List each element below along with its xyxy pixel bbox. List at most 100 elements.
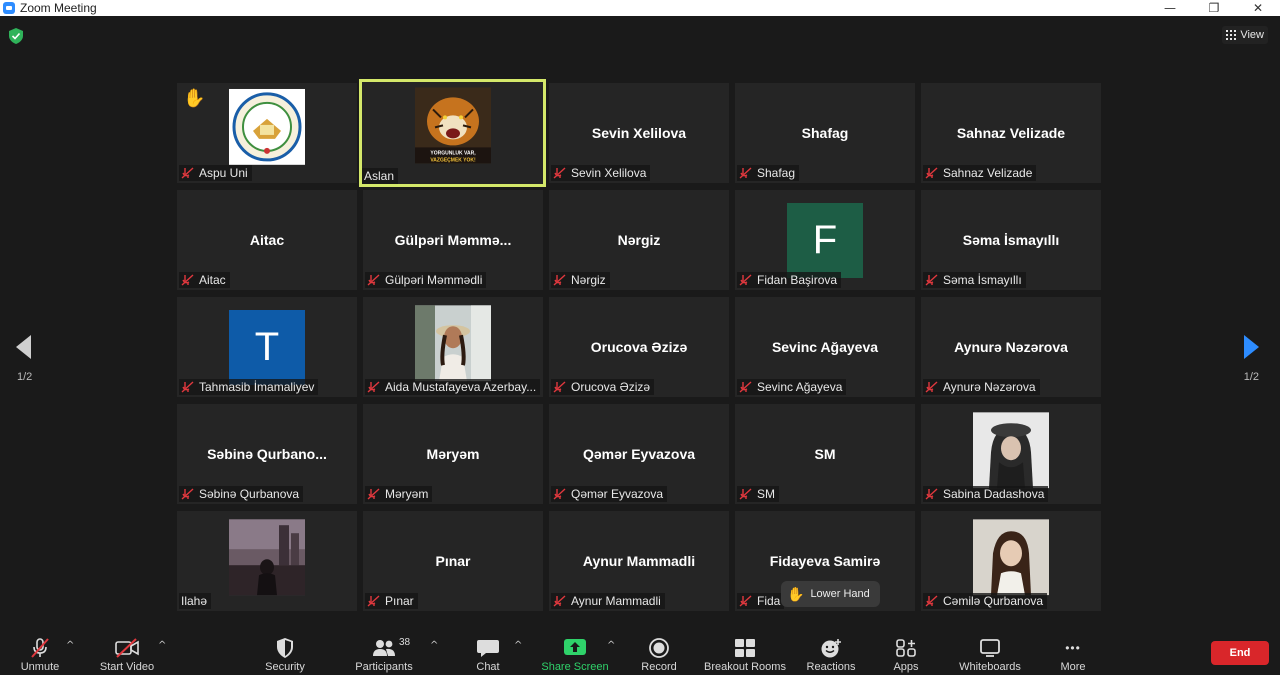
participant-display-name: Səbinə Qurbano... — [207, 446, 327, 462]
muted-mic-icon — [181, 167, 194, 179]
participant-name-label: Sabina Dadashova — [923, 486, 1049, 502]
muted-mic-icon — [925, 595, 938, 607]
participant-display-name: Pınar — [435, 553, 471, 569]
start-video-button[interactable]: Start Video — [96, 630, 158, 675]
meeting-toolbar: Unmute ^ Start Video ^ Security Particip… — [0, 630, 1280, 675]
window-controls: — ❐ ✕ — [1148, 0, 1280, 16]
page-indicator-left: 1/2 — [17, 371, 33, 383]
whiteboards-button[interactable]: Whiteboards — [954, 630, 1026, 675]
participant-tile-tahmasib[interactable]: T Tahmasib İmamaliyev — [177, 297, 357, 397]
participant-name-label: Sahnaz Velizade — [923, 165, 1037, 181]
participant-name-label: Sevin Xelilova — [551, 165, 651, 181]
participant-display-name: Qəmər Eyvazova — [582, 446, 696, 462]
muted-mic-icon — [181, 381, 194, 393]
participant-photo — [973, 519, 1049, 596]
view-button[interactable]: View — [1222, 26, 1268, 44]
lower-hand-label: Lower Hand — [810, 588, 870, 600]
share-screen-button[interactable]: Share Screen — [540, 630, 610, 675]
participant-name-label: Tahmasib İmamaliyev — [179, 379, 319, 395]
audio-options-caret[interactable]: ^ — [66, 640, 74, 651]
participant-tile-sevinc[interactable]: Sevinc Ağayeva Sevinc Ağayeva — [735, 297, 915, 397]
muted-mic-icon — [553, 274, 566, 286]
participant-tile-sevin-xelilova[interactable]: Sevin Xelilova Sevin Xelilova — [549, 83, 729, 183]
lower-hand-button[interactable]: ✋ Lower Hand — [781, 581, 880, 607]
participant-tile-pinar[interactable]: Pınar Pınar — [363, 511, 543, 611]
participant-display-name: Fidayeva Samirə — [769, 553, 881, 569]
chat-button[interactable]: Chat — [468, 630, 508, 675]
minimize-button[interactable]: — — [1148, 0, 1192, 16]
video-off-icon — [115, 638, 139, 658]
close-button[interactable]: ✕ — [1236, 0, 1280, 16]
apps-button[interactable]: Apps — [886, 630, 926, 675]
participant-tile-sm[interactable]: SM SM — [735, 404, 915, 504]
svg-text:YORGUNLUK VAR,: YORGUNLUK VAR, — [430, 150, 476, 156]
participant-tile-sema[interactable]: Səma İsmayıllı Səma İsmayıllı — [921, 190, 1101, 290]
university-logo-icon — [229, 88, 305, 165]
participant-name-label: Ilahə — [179, 593, 212, 609]
muted-mic-icon — [925, 381, 938, 393]
participant-name-label: Səbinə Qurbanova — [179, 486, 304, 502]
participant-display-name: Səma İsmayıllı — [962, 232, 1060, 248]
participant-tile-aslan[interactable]: YORGUNLUK VAR, VAZGEÇMEK YOK! Aslan — [359, 79, 546, 187]
participant-tile-fidan[interactable]: F Fidan Başirova — [735, 190, 915, 290]
share-screen-icon — [564, 639, 586, 655]
muted-mic-icon — [925, 274, 938, 286]
muted-mic-icon — [739, 274, 752, 286]
reactions-button[interactable]: Reactions — [804, 630, 858, 675]
participant-name-label: Aida Mustafayeva Azerbay... — [365, 379, 541, 395]
participant-tile-aynur-mammadli[interactable]: Aynur Mammadli Aynur Mammadli — [549, 511, 729, 611]
participant-display-name: Nərgiz — [617, 232, 661, 248]
participant-tile-ilahe[interactable]: Ilahə — [177, 511, 357, 611]
more-dots-icon: ••• — [1065, 641, 1081, 655]
share-options-caret[interactable]: ^ — [607, 640, 615, 651]
participant-tile-gulperi[interactable]: Gülpəri Məmmə... Gülpəri Məmmədli — [363, 190, 543, 290]
participant-tile-qemer[interactable]: Qəmər Eyvazova Qəmər Eyvazova — [549, 404, 729, 504]
participant-tile-orucova[interactable]: Orucova Əzizə Orucova Əzizə — [549, 297, 729, 397]
participant-display-name: Gülpəri Məmmə... — [394, 232, 512, 248]
security-button[interactable]: Security — [260, 630, 310, 675]
participant-tile-sabina[interactable]: Sabina Dadashova — [921, 404, 1101, 504]
participant-name-label: Məryəm — [365, 486, 433, 502]
muted-mic-icon — [925, 488, 938, 500]
participant-tile-nergiz[interactable]: Nərgiz Nərgiz — [549, 190, 729, 290]
participant-name-label: Aspu Uni — [179, 165, 252, 181]
muted-mic-icon — [553, 167, 566, 179]
next-page-arrow-icon[interactable] — [1242, 332, 1262, 362]
restore-button[interactable]: ❐ — [1192, 0, 1236, 16]
participant-photo — [229, 519, 305, 596]
participant-display-name: Shafag — [801, 125, 849, 141]
participant-tile-aitac[interactable]: Aitac Aitac — [177, 190, 357, 290]
participant-display-name: Sahnaz Velizade — [956, 125, 1066, 141]
participant-name-label: Aslan — [362, 168, 399, 184]
shield-icon — [277, 638, 293, 658]
breakout-rooms-button[interactable]: Breakout Rooms — [702, 630, 788, 675]
end-meeting-button[interactable]: End — [1211, 641, 1269, 665]
participant-tile-meryem[interactable]: Məryəm Məryəm — [363, 404, 543, 504]
participant-tile-camile[interactable]: Cəmilə Qurbanova — [921, 511, 1101, 611]
participant-display-name: SM — [814, 446, 836, 462]
participant-photo — [973, 412, 1049, 489]
previous-page-arrow-icon[interactable] — [13, 332, 33, 362]
whiteboard-icon — [980, 639, 1000, 657]
window-titlebar: Zoom Meeting — ❐ ✕ — [0, 0, 1280, 16]
chat-options-caret[interactable]: ^ — [514, 640, 522, 651]
participants-options-caret[interactable]: ^ — [430, 640, 438, 651]
participant-display-name: Aitac — [249, 232, 285, 248]
participant-name-label: Aitac — [179, 272, 230, 288]
participant-tile-sebine[interactable]: Səbinə Qurbano... Səbinə Qurbanova — [177, 404, 357, 504]
more-button[interactable]: ••• More — [1054, 630, 1092, 675]
participant-tile-aspu-uni[interactable]: ✋ Aspu Uni — [177, 83, 357, 183]
participant-tile-sahnaz-velizade[interactable]: Sahnaz Velizade Sahnaz Velizade — [921, 83, 1101, 183]
unmute-button[interactable]: Unmute — [14, 630, 66, 675]
participant-tile-aida[interactable]: Aida Mustafayeva Azerbay... — [363, 297, 543, 397]
page-indicator-right: 1/2 — [1243, 371, 1259, 383]
participant-tile-aynure[interactable]: Aynurə Nəzərova Aynurə Nəzərova — [921, 297, 1101, 397]
security-shield-icon[interactable] — [9, 28, 23, 44]
muted-mic-icon — [367, 274, 380, 286]
participant-avatar: T — [229, 310, 305, 385]
record-button[interactable]: Record — [636, 630, 682, 675]
hand-icon: ✋ — [787, 585, 805, 602]
video-options-caret[interactable]: ^ — [158, 640, 166, 651]
tiger-profile-picture: YORGUNLUK VAR, VAZGEÇMEK YOK! — [414, 87, 491, 164]
participant-tile-shafag[interactable]: Shafag Shafag — [735, 83, 915, 183]
